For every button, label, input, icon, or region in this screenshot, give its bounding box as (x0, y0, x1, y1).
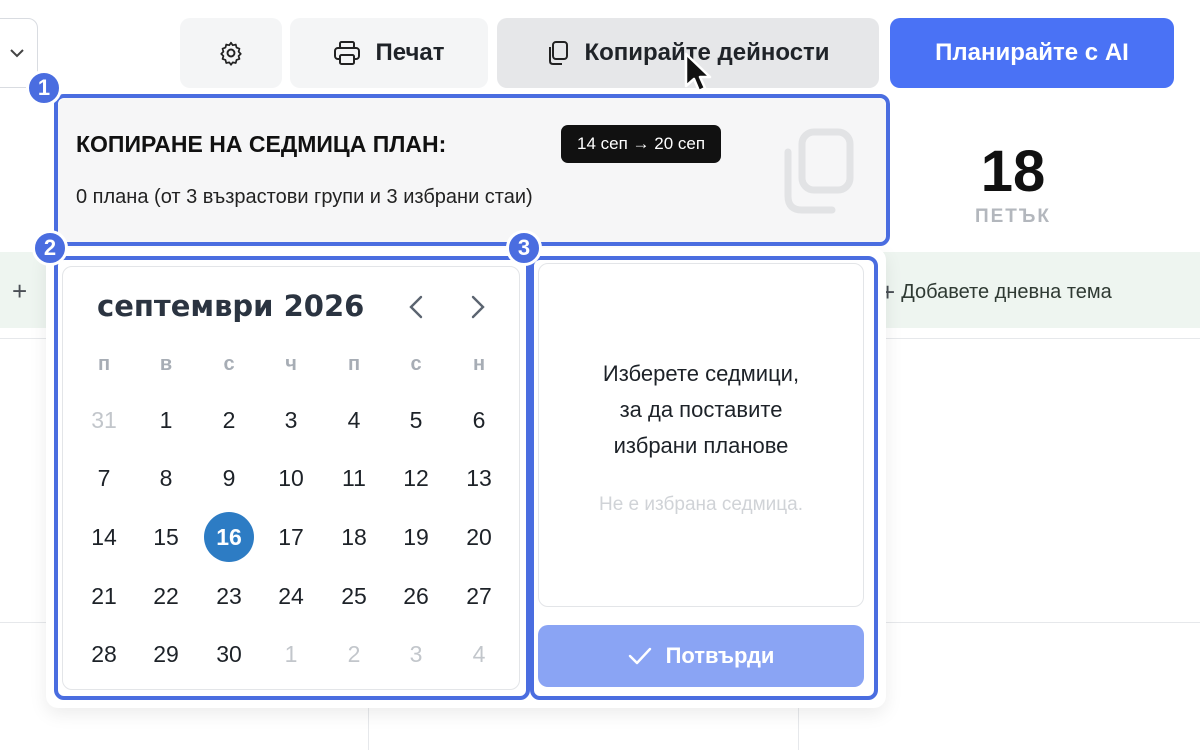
calendar-day[interactable]: 2 (204, 395, 254, 445)
check-icon (628, 647, 651, 665)
calendar-day[interactable]: 6 (454, 395, 504, 445)
calendar-day[interactable]: 7 (79, 453, 129, 503)
app-screen: 18 ПЕТЪК + + Добавете дневна тема Печат … (0, 0, 1200, 750)
confirm-button[interactable]: Потвърди (538, 625, 864, 687)
calendar-day[interactable]: 18 (329, 512, 379, 562)
calendar-day[interactable]: 13 (454, 453, 504, 503)
selected-weeks-panel: Изберете седмици, за да поставите избран… (538, 263, 864, 607)
calendar-day[interactable]: 5 (391, 395, 441, 445)
calendar-day[interactable]: 11 (329, 453, 379, 503)
weekday-label: п (97, 352, 111, 375)
step-marker-3: 3 (506, 230, 542, 266)
calendar-day[interactable]: 28 (79, 629, 129, 679)
calendar-day[interactable]: 1 (266, 629, 316, 679)
calendar-day[interactable]: 3 (391, 629, 441, 679)
day-number: 18 (980, 139, 1046, 204)
copy-icon (549, 41, 569, 65)
calendar-day[interactable]: 25 (329, 571, 379, 621)
calendar-day[interactable]: 9 (204, 453, 254, 503)
step-marker-1: 1 (26, 70, 62, 106)
copy-week-title: КОПИРАНЕ НА СЕДМИЦА ПЛАН: (76, 131, 447, 157)
calendar-day[interactable]: 23 (204, 571, 254, 621)
calendar-day[interactable]: 14 (79, 512, 129, 562)
next-month-button[interactable] (463, 291, 493, 323)
chevron-down-icon (10, 49, 24, 58)
select-weeks-prompt: Изберете седмици, за да поставите избран… (602, 361, 800, 458)
printer-icon (334, 41, 361, 65)
calendar-day[interactable]: 21 (79, 571, 129, 621)
calendar-day[interactable]: 19 (391, 512, 441, 562)
weekday-label: в (159, 352, 173, 375)
calendar-day[interactable]: 20 (454, 512, 504, 562)
print-button[interactable]: Печат (290, 18, 488, 88)
calendar-day[interactable]: 2 (329, 629, 379, 679)
plans-summary: 0 плана (от 3 възрастови групи и 3 избра… (76, 186, 533, 208)
chevron-left-icon (409, 295, 423, 319)
calendar-month-label: септември 2026 (97, 289, 365, 323)
calendar-day[interactable]: 30 (204, 629, 254, 679)
plan-with-ai-button[interactable]: Планирайте с AI (890, 18, 1174, 88)
plus-icon[interactable]: + (12, 276, 27, 307)
step-marker-2: 2 (32, 230, 68, 266)
settings-button[interactable] (180, 18, 282, 88)
no-week-selected-text: Не е избрана седмица. (598, 494, 804, 515)
calendar-day[interactable]: 4 (454, 629, 504, 679)
copy-icon (784, 128, 854, 214)
chevron-right-icon (471, 295, 485, 319)
calendar-day[interactable]: 12 (391, 453, 441, 503)
weekday-label: н (472, 352, 486, 375)
calendar-day[interactable]: 17 (266, 512, 316, 562)
weekday-label: с (223, 352, 235, 375)
add-daily-theme-label: Добавете дневна тема (901, 280, 1112, 303)
weekday-label: с (410, 352, 422, 375)
calendar-day[interactable]: 3 (266, 395, 316, 445)
calendar-day-selected[interactable]: 16 (204, 512, 254, 562)
weekday-label: ч (285, 352, 297, 375)
week-range-badge: 14 сеп → 20 сеп (561, 125, 722, 163)
confirm-label: Потвърди (665, 643, 775, 668)
calendar-day[interactable]: 29 (141, 629, 191, 679)
calendar-day[interactable]: 15 (141, 512, 191, 562)
weekday-label: п (347, 352, 361, 375)
calendar-day[interactable]: 8 (141, 453, 191, 503)
calendar-day[interactable]: 31 (79, 395, 129, 445)
calendar-day[interactable]: 22 (141, 571, 191, 621)
calendar-day[interactable]: 1 (141, 395, 191, 445)
print-label: Печат (375, 39, 445, 66)
plan-with-ai-label: Планирайте с AI (935, 39, 1129, 66)
copy-week-summary-panel: КОПИРАНЕ НА СЕДМИЦА ПЛАН: 14 сеп → 20 се… (58, 98, 886, 242)
add-daily-theme-button[interactable]: + Добавете дневна тема (880, 279, 1112, 305)
calendar-day[interactable]: 26 (391, 571, 441, 621)
previous-month-button[interactable] (401, 291, 431, 323)
calendar-day[interactable]: 10 (266, 453, 316, 503)
calendar-day[interactable]: 24 (266, 571, 316, 621)
calendar-day[interactable]: 27 (454, 571, 504, 621)
calendar: септември 2026 п в с ч п с н 31 1 2 3 4 5 6 7 8 9 10 11 12 1… (62, 266, 520, 690)
mouse-cursor-icon (684, 52, 712, 93)
day-name: ПЕТЪК (974, 206, 1052, 227)
calendar-day[interactable]: 4 (329, 395, 379, 445)
gear-icon (220, 41, 242, 66)
